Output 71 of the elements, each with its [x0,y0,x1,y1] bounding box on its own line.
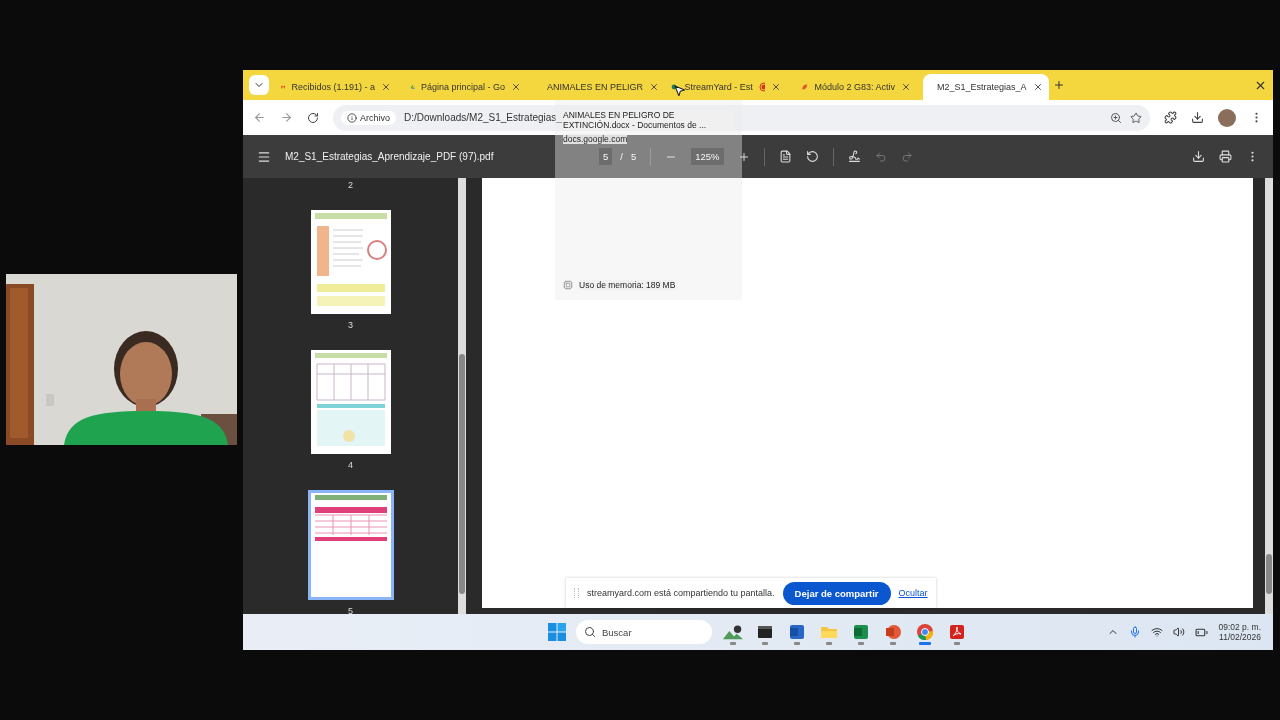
wifi-icon[interactable] [1151,626,1164,638]
slides-icon[interactable] [884,623,902,641]
print-icon[interactable] [1219,150,1232,163]
share-message: streamyard.com está compartiendo tu pantalla. [587,588,775,598]
scrollbar[interactable] [1265,178,1273,614]
zoom-in-icon[interactable] [737,150,750,163]
microphone-icon[interactable] [1129,626,1142,638]
back-icon[interactable] [253,111,266,124]
tab-title: Página principal - Go [420,82,505,92]
tab-title: ANIMALES EN PELIGR [547,82,644,92]
stop-sharing-button[interactable]: Dejar de compartir [782,581,891,605]
terminal-icon[interactable] [756,623,774,641]
page-field[interactable]: 5 [599,148,613,165]
browser-tab[interactable]: Página principal - Go [403,74,529,100]
undo-icon[interactable] [874,150,887,163]
tab-title: M2_S1_Estrategias_A [937,82,1027,92]
info-icon [347,112,357,123]
zoom-field[interactable]: 125% [691,148,724,165]
close-tab-icon[interactable] [511,82,521,92]
forward-icon[interactable] [280,111,293,124]
close-tab-icon[interactable] [901,82,911,92]
download-icon[interactable] [1191,111,1204,124]
file-name: M2_S1_Estrategias_Aprendizaje_PDF (97).pdf [285,151,495,162]
memory-icon [563,280,573,290]
hide-link[interactable]: Ocultar [898,588,928,598]
close-tab-icon[interactable] [381,82,391,92]
avatar[interactable] [1218,108,1236,127]
site-info-chip[interactable]: Archivo [341,110,396,125]
new-tab-icon[interactable] [1053,79,1065,91]
close-tab-icon[interactable] [771,82,781,92]
page-number: 3 [348,320,353,330]
clock[interactable]: 09:02 p. m. 11/02/2026 [1218,622,1261,642]
browser-tab[interactable]: Recibidos (1.191) - a [273,74,399,100]
search-field[interactable]: Buscar [576,620,712,644]
page-number: 2 [348,180,353,190]
page-total: 5 [630,151,637,162]
browser-tab[interactable]: Módulo 2 G83: Activ [793,74,919,100]
scrollbar[interactable] [458,178,466,614]
tab-title: StreamYard - Est [684,82,753,92]
rotate-icon[interactable] [805,150,819,163]
pen-icon[interactable] [847,150,861,163]
chrome-icon[interactable] [916,623,934,641]
volume-icon[interactable] [1173,626,1186,638]
bookmark-icon[interactable] [1130,111,1142,124]
word-icon[interactable] [788,623,806,641]
search-icon [584,626,596,638]
close-tab-icon[interactable] [1032,82,1043,92]
reload-icon[interactable] [307,111,319,124]
cursor-icon [673,84,686,97]
memory-usage: Uso de memoria: 189 MB [579,280,676,290]
page-thumbnail[interactable] [307,490,394,600]
page-number: 5 [348,606,353,614]
document-icon[interactable] [778,150,792,163]
pdf-reader-icon[interactable] [948,623,966,641]
zoom-icon [1110,111,1122,124]
browser-tab[interactable]: M2_S1_Estrategias_A [923,74,1049,100]
close-tab-icon[interactable] [649,82,660,92]
spreadsheet-icon[interactable] [852,623,870,641]
page-separator: / [620,151,623,162]
hover-card-domain: docs.google.com [563,134,628,144]
browser-tab[interactable]: ANIMALES EN PELIGR [533,74,659,100]
download-icon[interactable] [1192,150,1205,163]
page-number: 4 [348,460,353,470]
tab-title: Recibidos (1.191) - a [291,82,375,92]
landscape-icon [722,623,744,641]
extensions-icon[interactable] [1164,111,1177,124]
redo-icon[interactable] [900,150,913,163]
tab-title: Módulo 2 G83: Activ [814,82,895,92]
menu-icon[interactable] [257,149,271,164]
browser-tab[interactable]: StreamYard - Est [663,74,789,100]
url-text: D:/Downloads/M2_S1_Estrategias_ [404,112,562,123]
